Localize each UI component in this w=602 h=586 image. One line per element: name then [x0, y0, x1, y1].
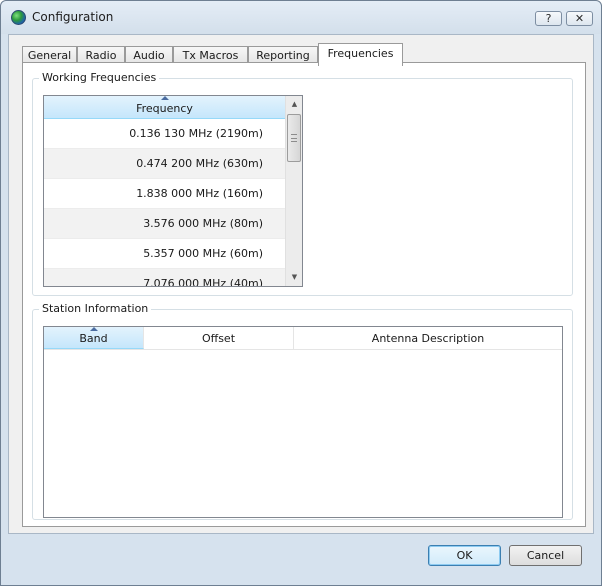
- station-information-title: Station Information: [39, 302, 152, 315]
- frequency-row[interactable]: 1.838 000 MHz (160m): [44, 179, 285, 209]
- configuration-dialog: Configuration ? ✕ General Radio Audio Tx…: [0, 0, 602, 586]
- station-information-table[interactable]: Band Offset Antenna Description: [43, 326, 563, 518]
- cancel-button[interactable]: Cancel: [509, 545, 582, 566]
- help-button[interactable]: ?: [535, 11, 562, 26]
- tab-frequencies[interactable]: Frequencies: [318, 43, 403, 66]
- band-column-label: Band: [79, 332, 108, 345]
- window-title: Configuration: [32, 10, 114, 24]
- dialog-client-area: General Radio Audio Tx Macros Reporting …: [8, 34, 594, 534]
- band-column-header[interactable]: Band: [44, 327, 144, 349]
- scrollbar-grip-icon: [291, 134, 297, 142]
- offset-column-header[interactable]: Offset: [144, 327, 294, 349]
- ok-button[interactable]: OK: [428, 545, 501, 566]
- app-globe-icon: [11, 10, 26, 25]
- frequency-row[interactable]: 0.136 130 MHz (2190m): [44, 119, 285, 149]
- scroll-up-arrow-icon[interactable]: ▲: [286, 96, 302, 113]
- frequency-row[interactable]: 5.357 000 MHz (60m): [44, 239, 285, 269]
- station-information-group: Station Information Band Offset Antenna …: [32, 302, 573, 520]
- frequency-column-header[interactable]: Frequency: [44, 96, 285, 119]
- working-frequencies-group: Working Frequencies Frequency 0.136 130 …: [32, 71, 573, 296]
- frequency-list-scrollbar[interactable]: ▲ ▼: [285, 96, 302, 286]
- title-bar[interactable]: Configuration ? ✕: [1, 1, 601, 34]
- working-frequencies-title: Working Frequencies: [39, 71, 160, 84]
- frequency-row[interactable]: 3.576 000 MHz (80m): [44, 209, 285, 239]
- frequencies-tab-panel: Working Frequencies Frequency 0.136 130 …: [22, 62, 586, 527]
- frequency-column-label: Frequency: [136, 102, 193, 115]
- frequency-row[interactable]: 0.474 200 MHz (630m): [44, 149, 285, 179]
- sort-ascending-icon: [160, 96, 169, 100]
- scrollbar-thumb[interactable]: [287, 114, 301, 162]
- working-frequencies-list[interactable]: Frequency 0.136 130 MHz (2190m) 0.474 20…: [43, 95, 303, 287]
- frequency-rows: 0.136 130 MHz (2190m) 0.474 200 MHz (630…: [44, 119, 285, 286]
- station-table-header: Band Offset Antenna Description: [44, 327, 562, 350]
- antenna-description-column-header[interactable]: Antenna Description: [294, 327, 562, 349]
- sort-ascending-icon: [89, 327, 98, 331]
- close-button[interactable]: ✕: [566, 11, 593, 26]
- frequency-row[interactable]: 7.076 000 MHz (40m): [44, 269, 285, 286]
- scroll-down-arrow-icon[interactable]: ▼: [286, 269, 302, 286]
